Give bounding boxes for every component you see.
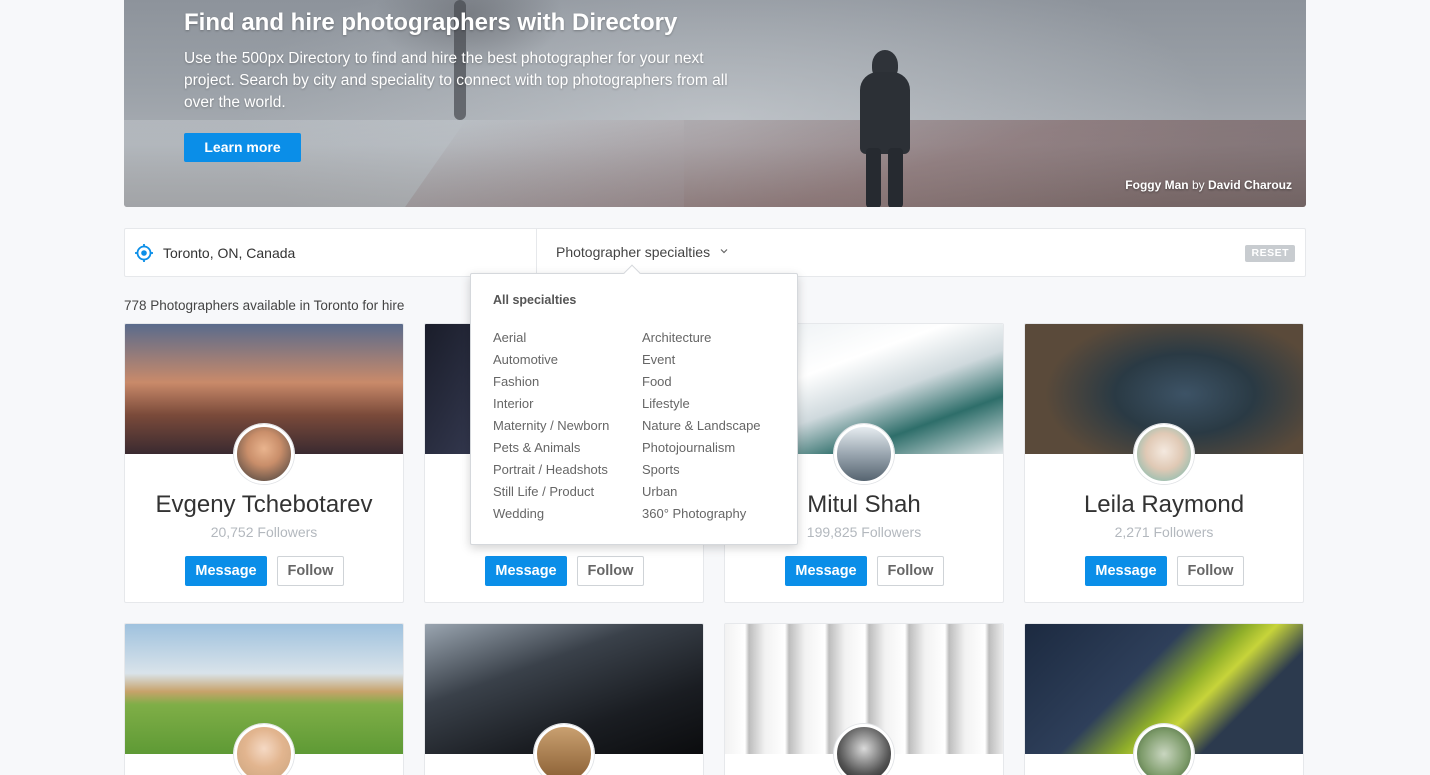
specialty-option[interactable]: Food (642, 374, 761, 396)
hero-banner: Find and hire photographers with Directo… (124, 0, 1306, 207)
filter-divider (536, 229, 537, 276)
specialty-option[interactable]: 360° Photography (642, 506, 761, 528)
location-input[interactable] (163, 241, 523, 265)
hero-road (381, 120, 1306, 207)
specialty-option[interactable]: Sports (642, 462, 761, 484)
specialty-column-left: Aerial Automotive Fashion Interior Mater… (493, 330, 609, 528)
specialty-option[interactable]: Urban (642, 484, 761, 506)
learn-more-button[interactable]: Learn more (184, 133, 301, 162)
avatar[interactable] (1134, 424, 1194, 484)
avatar[interactable] (1134, 724, 1194, 775)
specialty-option[interactable]: Aerial (493, 330, 609, 352)
credit-author[interactable]: David Charouz (1208, 178, 1292, 192)
credit-by: by (1191, 178, 1205, 192)
avatar[interactable] (534, 724, 594, 775)
photographer-card[interactable] (724, 623, 1004, 775)
hero-title: Find and hire photographers with Directo… (184, 9, 678, 36)
photographer-card[interactable]: Evgeny Tchebotarev 20,752 Followers Mess… (124, 323, 404, 603)
specialty-option[interactable]: Wedding (493, 506, 609, 528)
filter-bar: Photographer specialties RESET (124, 228, 1306, 277)
avatar[interactable] (234, 424, 294, 484)
result-count: 778 Photographers available in Toronto f… (124, 298, 405, 313)
hero-description: Use the 500px Directory to find and hire… (184, 50, 728, 111)
specialty-option[interactable]: Lifestyle (642, 396, 761, 418)
specialty-option[interactable]: Automotive (493, 352, 609, 374)
message-button[interactable]: Message (185, 556, 267, 586)
follow-button[interactable]: Follow (577, 556, 644, 586)
specialties-dropdown: All specialties Aerial Automotive Fashio… (470, 264, 798, 545)
specialty-option[interactable]: Interior (493, 396, 609, 418)
specialty-all[interactable]: All specialties (493, 293, 576, 307)
follow-button[interactable]: Follow (277, 556, 344, 586)
photo-credit[interactable]: Foggy Man by David Charouz (1125, 178, 1292, 192)
specialty-option[interactable]: Architecture (642, 330, 761, 352)
hero-figure-leg (888, 148, 903, 207)
follow-button[interactable]: Follow (1177, 556, 1244, 586)
follower-count: 20,752 Followers (210, 524, 318, 540)
avatar[interactable] (834, 424, 894, 484)
photographer-card[interactable] (424, 623, 704, 775)
specialty-column-right: Architecture Event Food Lifestyle Nature… (642, 330, 761, 528)
photographer-card[interactable] (1024, 623, 1304, 775)
specialties-label: Photographer specialties (556, 244, 711, 260)
photographer-card[interactable] (124, 623, 404, 775)
message-button[interactable]: Message (785, 556, 867, 586)
credit-photo-title[interactable]: Foggy Man (1125, 178, 1188, 192)
message-button[interactable]: Message (1085, 556, 1167, 586)
message-button[interactable]: Message (485, 556, 567, 586)
follower-count: 2,271 Followers (1114, 524, 1214, 540)
chevron-down-icon (720, 249, 728, 254)
photographer-name[interactable]: Evgeny Tchebotarev (125, 491, 403, 519)
specialty-option[interactable]: Fashion (493, 374, 609, 396)
avatar[interactable] (234, 724, 294, 775)
specialty-option[interactable]: Portrait / Headshots (493, 462, 609, 484)
hero-figure-body (860, 72, 910, 154)
photographer-card[interactable]: Leila Raymond 2,271 Followers Message Fo… (1024, 323, 1304, 603)
reset-button[interactable]: RESET (1245, 245, 1295, 262)
specialty-option[interactable]: Still Life / Product (493, 484, 609, 506)
follow-button[interactable]: Follow (877, 556, 944, 586)
specialty-option[interactable]: Event (642, 352, 761, 374)
specialty-option[interactable]: Maternity / Newborn (493, 418, 609, 440)
specialty-option[interactable]: Pets & Animals (493, 440, 609, 462)
avatar[interactable] (834, 724, 894, 775)
specialty-option[interactable]: Nature & Landscape (642, 418, 761, 440)
specialty-option[interactable]: Photojournalism (642, 440, 761, 462)
specialties-dropdown-toggle[interactable]: Photographer specialties (556, 244, 728, 260)
photographer-name[interactable]: Leila Raymond (1025, 491, 1303, 519)
hero-figure-leg (866, 148, 881, 207)
location-target-icon[interactable] (135, 244, 153, 262)
